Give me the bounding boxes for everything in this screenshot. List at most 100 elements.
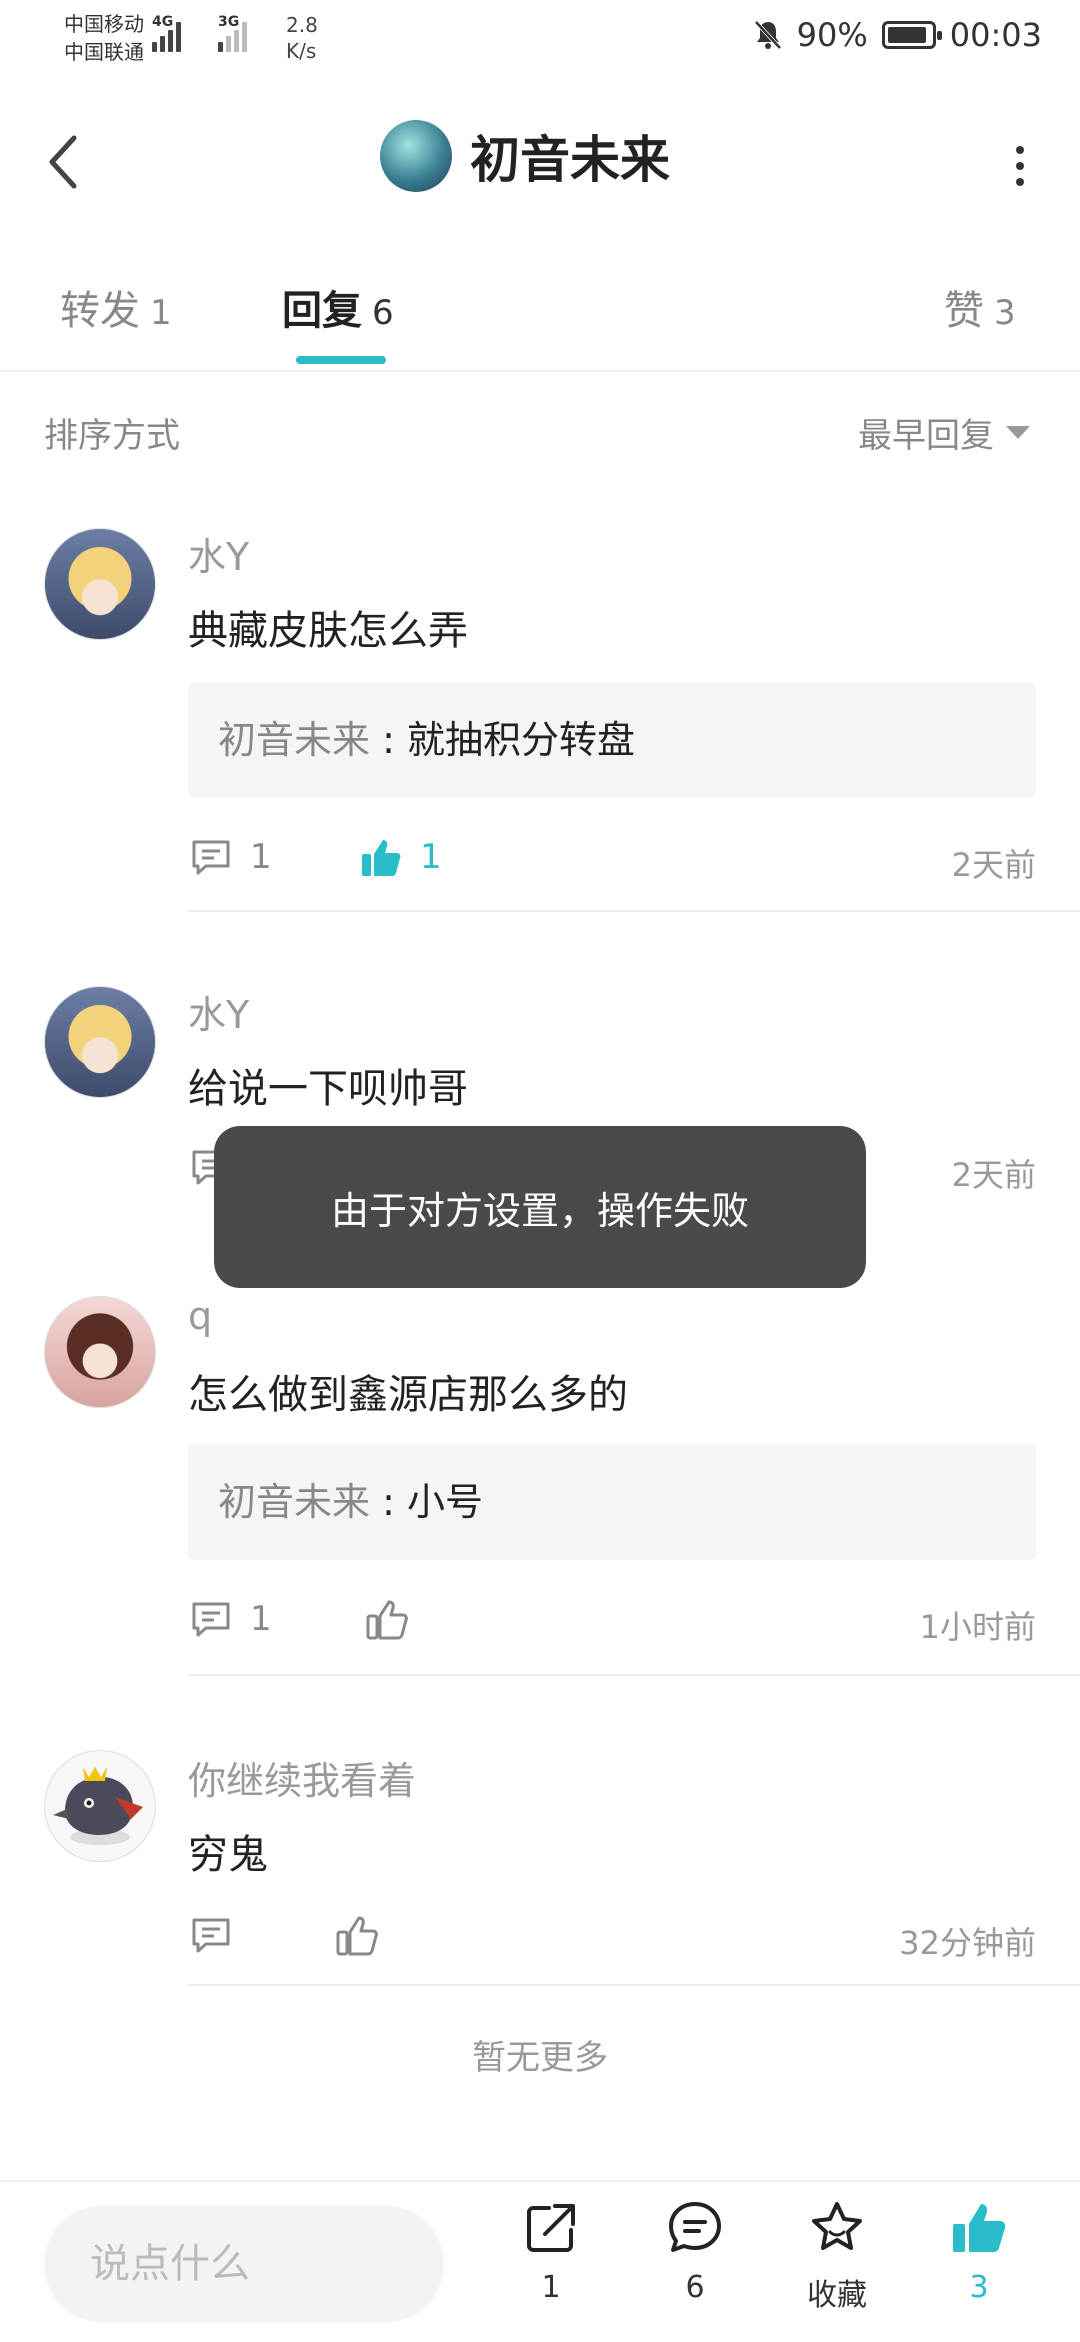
comment-icon <box>192 840 230 875</box>
comment-button[interactable]: 6 <box>640 2196 750 2305</box>
like-button[interactable] <box>364 1596 410 1642</box>
sort-value: 最早回复 <box>858 416 994 456</box>
back-button[interactable] <box>40 122 90 202</box>
avatar[interactable] <box>44 986 156 1098</box>
page-title: 初音未来 <box>470 131 670 189</box>
star-icon <box>812 2202 862 2250</box>
comment-icon <box>192 1918 230 1953</box>
network-type-2: 3G <box>218 14 240 30</box>
share-count: 1 <box>541 2270 561 2305</box>
no-more-text: 暂无更多 <box>472 2038 608 2078</box>
tab-replies-label: 回复 <box>282 288 362 334</box>
carrier-names: 中国移动 中国联通 <box>64 10 144 66</box>
reply-author: 初音未来 <box>218 1480 371 1524</box>
carrier-2: 中国联通 <box>64 40 144 64</box>
comment-time: 2天前 <box>951 1156 1036 1194</box>
chevron-left-icon <box>49 135 77 189</box>
thumbs-up-icon <box>366 1600 408 1640</box>
clock: 00:03 <box>949 16 1042 54</box>
thumbs-up-filled-icon <box>362 840 401 876</box>
battery-percent: 90% <box>796 16 868 54</box>
tab-replies-count: 6 <box>372 293 394 333</box>
tab-forward-count: 1 <box>150 293 172 333</box>
caret-down-icon <box>1006 426 1030 439</box>
reply-button[interactable]: 1 <box>188 834 272 880</box>
like-button[interactable] <box>334 1912 380 1958</box>
reply-text: 小号 <box>406 1480 483 1524</box>
reply-text: 就抽积分转盘 <box>406 718 635 762</box>
active-tab-indicator <box>296 356 386 364</box>
tab-replies[interactable]: 回复 6 <box>282 278 394 336</box>
status-right: 90% 00:03 <box>753 16 1042 54</box>
share-button[interactable]: 1 <box>496 2196 606 2305</box>
status-bar: 中国移动 中国联通 4G 3G 2.8 K/s 90% 00:03 <box>0 0 1080 80</box>
comment-actions: 1 1小时前 <box>188 1596 1036 1656</box>
author-avatar[interactable] <box>380 120 452 192</box>
comment-time: 32分钟前 <box>899 1924 1036 1962</box>
tab-likes-label: 赞 <box>944 288 984 334</box>
battery-icon <box>881 21 942 49</box>
comment-text: 穷鬼 <box>188 1832 268 1878</box>
comment-bubble-icon <box>669 2202 721 2252</box>
carrier-1: 中国移动 <box>64 12 144 36</box>
divider <box>188 1674 1080 1676</box>
comment-actions: 1 1 2天前 <box>188 834 1036 894</box>
comment-text: 怎么做到鑫源店那么多的 <box>188 1372 628 1418</box>
reply-author: 初音未来 <box>218 718 371 762</box>
toast-message: 由于对方设置，操作失败 <box>214 1126 866 1288</box>
comment-text: 给说一下呗帅哥 <box>188 1066 468 1112</box>
favorite-button[interactable]: 收藏 <box>782 2196 892 2314</box>
bottom-bar: 说点什么 1 6 收藏 3 <box>0 2180 1080 2342</box>
like-button[interactable]: 1 <box>358 834 442 880</box>
network-type-1: 4G <box>152 14 174 30</box>
divider <box>188 1984 1080 1986</box>
avatar[interactable] <box>44 528 156 640</box>
reply-preview[interactable]: 初音未来 : 就抽积分转盘 <box>188 682 1036 798</box>
comment-author[interactable]: 水Y <box>188 984 249 1039</box>
more-menu-button[interactable] <box>1000 136 1040 196</box>
comment-author[interactable]: 水Y <box>188 526 249 581</box>
favorite-label: 收藏 <box>807 2278 867 2313</box>
reply-count: 1 <box>250 1599 272 1639</box>
bird-avatar-icon <box>53 1767 143 1845</box>
tab-likes-count: 3 <box>994 293 1016 333</box>
like-count: 1 <box>420 837 442 877</box>
comment-actions: 32分钟前 <box>188 1912 1036 1972</box>
bell-muted-icon <box>754 20 782 50</box>
comment-total: 6 <box>685 2270 705 2305</box>
comment-item: 水Y 典藏皮肤怎么弄 初音未来 : 就抽积分转盘 1 1 2天前 <box>0 492 1080 912</box>
sort-label: 排序方式 <box>44 416 180 456</box>
avatar[interactable] <box>44 1750 156 1862</box>
more-dots-icon <box>1016 146 1024 154</box>
tab-forward-label: 转发 <box>60 288 140 334</box>
comment-text: 典藏皮肤怎么弄 <box>188 608 468 654</box>
comment-time: 1小时前 <box>919 1608 1036 1646</box>
avatar[interactable] <box>44 1296 156 1408</box>
reply-button[interactable] <box>188 1912 234 1958</box>
thumbs-up-filled-icon <box>953 2204 1006 2252</box>
reply-preview[interactable]: 初音未来 : 小号 <box>188 1444 1036 1560</box>
signal-1-icon: 4G <box>152 14 181 52</box>
comment-author[interactable]: 你继续我看着 <box>188 1750 416 1805</box>
reply-separator: : <box>370 1480 407 1524</box>
signal-2-icon: 3G <box>218 14 247 52</box>
comment-author[interactable]: q <box>188 1294 212 1338</box>
header: 初音未来 <box>0 80 1080 240</box>
tab-likes[interactable]: 赞3 <box>944 278 1016 336</box>
tab-forward[interactable]: 转发 1 <box>60 278 172 336</box>
sort-dropdown[interactable]: 最早回复 <box>858 408 1030 457</box>
network-speed: 2.8 K/s <box>286 12 318 64</box>
tab-bar: 转发 1 回复 6 赞3 <box>0 240 1080 372</box>
title-group: 初音未来 <box>380 120 670 192</box>
speed-value: 2.8 <box>286 13 318 37</box>
comment-time: 2天前 <box>951 846 1036 884</box>
comment-item: 你继续我看着 穷鬼 32分钟前 <box>0 1678 1080 1988</box>
sort-row: 排序方式 最早回复 <box>0 372 1080 492</box>
reply-count: 1 <box>250 837 272 877</box>
reply-button[interactable]: 1 <box>188 1596 272 1642</box>
like-total: 3 <box>969 2270 989 2305</box>
like-post-button[interactable]: 3 <box>924 2196 1034 2305</box>
comment-icon <box>192 1602 230 1637</box>
comment-input[interactable]: 说点什么 <box>44 2206 444 2322</box>
speed-unit: K/s <box>286 39 317 63</box>
